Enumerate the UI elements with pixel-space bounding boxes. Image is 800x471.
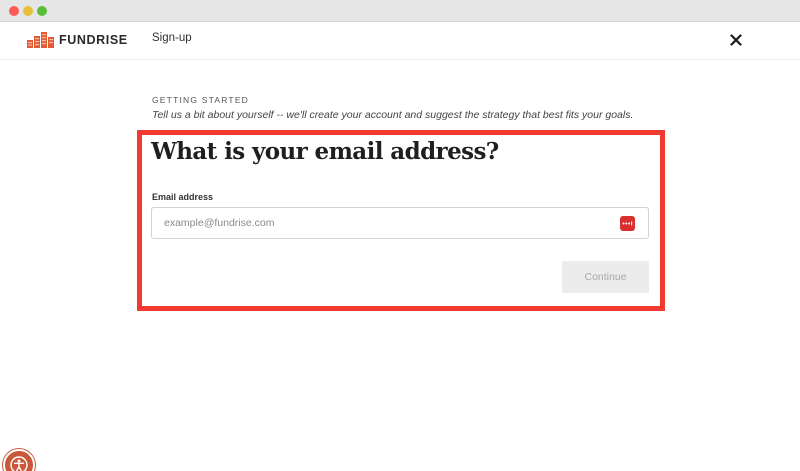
email-field[interactable] [152,208,612,238]
buildings-logo-icon [27,32,54,48]
window-minimize-dot[interactable] [23,6,33,16]
email-label: Email address [152,192,214,202]
accessibility-icon[interactable] [3,449,35,471]
window-close-dot[interactable] [9,6,19,16]
app-window: FUNDRISE Sign-up GETTING STARTED Tell us… [0,0,800,471]
step-intro: Tell us a bit about yourself -- we'll cr… [152,109,634,121]
nav-signup-link[interactable]: Sign-up [152,32,192,44]
window-maximize-dot[interactable] [37,6,47,16]
password-manager-icon[interactable] [620,216,635,231]
browser-chrome [0,0,800,22]
page-title: What is your email address? [151,138,499,165]
continue-button[interactable]: Continue [562,261,649,293]
site-header: FUNDRISE Sign-up [0,22,800,60]
email-field-wrapper [151,207,649,239]
step-eyebrow: GETTING STARTED [152,95,250,105]
fundrise-logo[interactable]: FUNDRISE [27,30,128,50]
close-icon[interactable] [727,31,745,49]
logo-text: FUNDRISE [59,33,128,47]
